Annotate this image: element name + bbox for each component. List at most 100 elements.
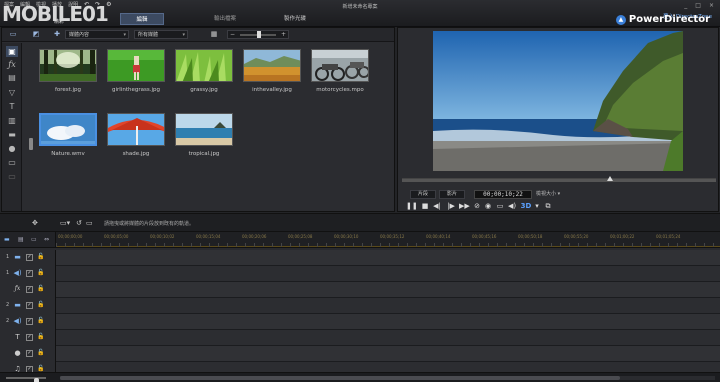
close-icon[interactable]: × — [709, 2, 714, 9]
zoom-out-icon[interactable]: − — [230, 31, 235, 38]
pip-room-icon[interactable]: ▤ — [6, 72, 18, 83]
stop-icon[interactable]: ■ — [420, 202, 430, 211]
chapter-room-icon[interactable]: ▭ — [6, 157, 18, 168]
thumbnail-size-slider[interactable]: − + — [227, 30, 289, 39]
effects-room-icon[interactable]: ƒx — [6, 59, 18, 70]
lock-icon[interactable]: 🔓 — [37, 269, 44, 276]
voiceover-icon[interactable]: ● — [6, 143, 18, 154]
track-body[interactable] — [56, 266, 720, 281]
thumbnail-tropical — [175, 113, 233, 146]
thumbnail-grassy — [175, 49, 233, 82]
timecode-display[interactable]: 00;00;10;22 — [474, 190, 532, 199]
undock-icon[interactable]: ⧉ — [543, 202, 553, 211]
track-header: ƒx ✓ 🔓 — [0, 282, 56, 298]
ruler-label: 00;00;05;00 — [104, 234, 129, 239]
library-toolbar: ▭ ◩ ✚ 媒體內容 ▾ 所有媒體 ▾ ▦ − + — [2, 28, 394, 42]
ruler-label: 00;01;00;22 — [610, 234, 635, 239]
track-enable-checkbox[interactable]: ✓ — [26, 254, 33, 261]
tools-icon[interactable]: ✥ — [32, 218, 38, 228]
split-icon[interactable]: ⊘ — [472, 202, 482, 211]
lock-icon[interactable]: 🔓 — [37, 285, 44, 292]
track-body[interactable] — [56, 282, 720, 297]
media-content-dropdown[interactable]: 媒體內容 ▾ — [65, 30, 129, 39]
track-enable-checkbox[interactable]: ✓ — [26, 334, 33, 341]
previous-frame-icon[interactable]: ◀| — [432, 202, 442, 211]
plugin-icon[interactable]: ✚ — [52, 30, 62, 39]
chevron-down-icon: ▾ — [123, 32, 126, 38]
media-label: girlinthegrass.jpg — [112, 87, 160, 93]
import-media-icon[interactable]: ▭ — [8, 30, 18, 39]
dvd-mode-icon[interactable]: ▭ — [495, 202, 505, 211]
magic-tools-icon[interactable]: ↺ — [76, 218, 82, 228]
grid-view-icon[interactable]: ▦ — [209, 30, 219, 39]
fit-icon[interactable]: ⇔ — [44, 236, 49, 243]
media-filter-dropdown[interactable]: 所有媒體 ▾ — [134, 30, 188, 39]
track-body[interactable] — [56, 298, 720, 313]
maximize-icon[interactable]: □ — [695, 2, 701, 9]
minimize-icon[interactable]: _ — [684, 2, 687, 9]
track-body[interactable] — [56, 250, 720, 265]
chevron-down-icon: ▾ — [182, 32, 185, 38]
preview-timeline-slider[interactable] — [402, 176, 716, 182]
media-room-icon[interactable]: ▣ — [6, 46, 18, 57]
thumbnail-girlinthegrass — [107, 49, 165, 82]
track-effects: ƒx ✓ 🔓 — [0, 282, 720, 298]
track-body[interactable] — [56, 314, 720, 329]
clip-mode-button[interactable]: 片段 — [410, 190, 436, 199]
track-video-2: 2 ▬ ✓ 🔓 — [0, 298, 720, 314]
lock-icon[interactable]: 🔓 — [37, 253, 44, 260]
tab-edit[interactable]: 編輯 — [120, 13, 164, 25]
particle-room-icon[interactable]: ▽ — [6, 87, 18, 98]
lock-icon[interactable]: 🔓 — [37, 301, 44, 308]
timeline-horizontal-scrollbar[interactable] — [60, 376, 715, 380]
track-header: 2 ▬ ✓ 🔓 — [0, 298, 56, 314]
media-grid: forest.jpg girlinthegrass.jpg grassy.jpg… — [22, 43, 394, 211]
tab-produce[interactable]: 輸出檔案 — [190, 13, 260, 25]
track-header: ● ✓ 🔓 — [0, 346, 56, 362]
ruler-label: 00;00;50;18 — [518, 234, 543, 239]
track-manager-icon[interactable]: ▤ — [18, 236, 24, 243]
movie-mode-button[interactable]: 影片 — [439, 190, 465, 199]
track-enable-checkbox[interactable]: ✓ — [26, 302, 33, 309]
title-room-icon[interactable]: T — [6, 101, 18, 112]
transition-room-icon[interactable]: ▥ — [6, 115, 18, 126]
playhead-marker[interactable] — [607, 176, 613, 181]
pause-icon[interactable]: ❚❚ — [406, 202, 418, 211]
trim-icon[interactable]: ▭▾ — [60, 218, 70, 228]
storyboard-icon[interactable]: ▭ — [86, 218, 93, 228]
timeline-panel: ▬ ▤ ▭ ⇔ 00;00;00;00 00;00;05;00 00;00;10… — [0, 231, 720, 382]
chevron-down-icon[interactable]: ▾ — [532, 202, 542, 211]
track-enable-checkbox[interactable]: ✓ — [26, 270, 33, 277]
audio-mixing-icon[interactable]: ▬ — [6, 129, 18, 140]
ruler-label: 00;01;05;24 — [656, 234, 681, 239]
tab-create-disc[interactable]: 製作光碟 — [260, 13, 330, 25]
capture-icon[interactable]: ◩ — [31, 30, 41, 39]
timeline-zoom-slider[interactable] — [6, 377, 46, 382]
scrollbar-thumb[interactable] — [60, 376, 620, 380]
track-body[interactable] — [56, 346, 720, 361]
add-track-icon[interactable]: ▭ — [31, 236, 37, 243]
timeline-ruler[interactable]: 00;00;00;00 00;00;05;00 00;00;10;02 00;0… — [56, 232, 720, 248]
3d-mode-icon[interactable]: 3D — [519, 202, 533, 211]
next-frame-icon[interactable]: |▶ — [446, 202, 456, 211]
fast-forward-icon[interactable]: ▶▶ — [459, 202, 470, 211]
lock-icon[interactable]: 🔓 — [37, 317, 44, 324]
track-enable-checkbox[interactable]: ✓ — [26, 350, 33, 357]
lock-icon[interactable]: 🔓 — [37, 333, 44, 340]
lock-icon[interactable]: 🔓 — [37, 365, 44, 372]
snapshot-icon[interactable]: ◉ — [483, 202, 493, 211]
lock-icon[interactable]: 🔓 — [37, 349, 44, 356]
zoom-in-icon[interactable]: + — [281, 31, 286, 38]
view-size-dropdown[interactable]: 檢視大小 ▾ — [536, 190, 560, 199]
volume-icon[interactable]: ◀) — [507, 202, 517, 211]
track-enable-checkbox[interactable]: ✓ — [26, 286, 33, 293]
track-body[interactable] — [56, 330, 720, 345]
track-enable-checkbox[interactable]: ✓ — [26, 318, 33, 325]
track-video-1: 1 ▬ ✓ 🔓 — [0, 250, 720, 266]
slider-thumb[interactable] — [257, 31, 261, 38]
timeline-view-icon[interactable]: ▬ — [4, 236, 10, 243]
watermark-sub: 精彩 — [54, 19, 65, 25]
panel-collapse-handle[interactable] — [29, 138, 33, 150]
zoom-thumb[interactable] — [34, 378, 39, 382]
subtitle-room-icon[interactable]: ▭ — [6, 171, 18, 182]
